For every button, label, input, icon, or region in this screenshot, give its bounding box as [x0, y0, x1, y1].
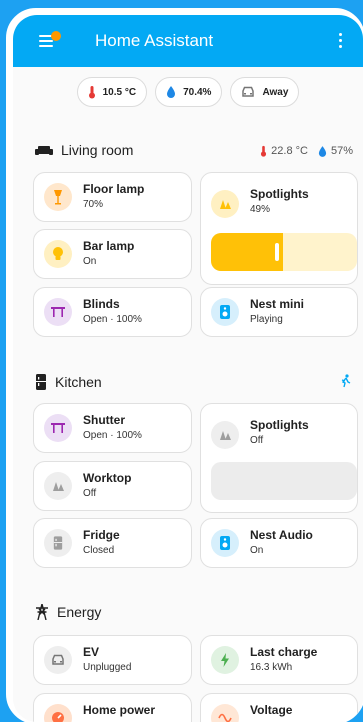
tile-state: Unplugged [83, 662, 132, 673]
gauge-icon[interactable] [44, 704, 72, 722]
badge-label: 10.5 °C [102, 86, 137, 98]
transmission-tower-icon [36, 604, 48, 620]
brightness-fill [211, 233, 283, 271]
tile-name: Blinds [83, 297, 120, 311]
notification-dot [51, 31, 61, 41]
fridge-icon[interactable] [44, 529, 72, 557]
temperature-value: 22.8 °C [271, 145, 308, 157]
tile-state: 16.3 kWh [250, 662, 293, 673]
tile-name: Nest mini [250, 297, 305, 311]
tile-state: Open · 100% [83, 314, 142, 325]
thermometer-icon [261, 145, 267, 157]
section-title: Kitchen [55, 374, 102, 390]
lightning-bolt-icon[interactable] [211, 646, 239, 674]
more-options-button[interactable] [339, 33, 343, 49]
tile-name: Spotlights [250, 418, 309, 432]
speaker-icon[interactable] [211, 298, 239, 326]
tile-blinds[interactable]: Blinds Open · 100% [33, 287, 192, 337]
tile-state: 70% [83, 199, 104, 210]
tile-nest-mini[interactable]: Nest mini Playing [200, 287, 358, 337]
humidity-value: 57% [330, 145, 353, 157]
badge-row: 10.5 °C 70.4% Away [13, 77, 363, 107]
tile-name: Bar lamp [83, 239, 135, 253]
lightbulb-icon[interactable] [44, 240, 72, 268]
section-title: Living room [61, 142, 134, 158]
section-title: Energy [57, 604, 102, 620]
tile-name: Worktop [83, 471, 132, 485]
tile-worktop[interactable]: Worktop Off [33, 461, 192, 511]
tile-nest-audio[interactable]: Nest Audio On [200, 518, 358, 568]
badge-temperature[interactable]: 10.5 °C [76, 77, 148, 107]
spotlights-icon[interactable] [211, 421, 239, 449]
water-drop-icon [318, 145, 327, 157]
tile-state: On [250, 545, 264, 556]
section-kitchen: Kitchen [35, 374, 102, 390]
sine-wave-icon[interactable] [211, 704, 239, 722]
tile-state: Closed [83, 545, 115, 556]
fridge-icon [36, 374, 46, 390]
tile-name: Nest Audio [250, 528, 313, 542]
section-energy: Energy [35, 604, 101, 620]
tile-name: Floor lamp [83, 182, 145, 196]
tile-name: Voltage [250, 703, 293, 717]
badge-label: 70.4% [183, 86, 212, 98]
tile-spotlights-kitchen[interactable]: Spotlights Off [200, 403, 358, 513]
brightness-slider[interactable] [211, 462, 357, 500]
speaker-icon[interactable] [211, 529, 239, 557]
badge-label: Away [262, 86, 289, 98]
sofa-icon [35, 146, 53, 155]
brightness-thumb[interactable] [275, 243, 279, 261]
tile-state: On [83, 256, 97, 267]
tile-floor-lamp[interactable]: Floor lamp 70% [33, 172, 192, 222]
tile-bar-lamp[interactable]: Bar lamp On [33, 229, 192, 279]
car-icon [242, 86, 255, 97]
tile-state: Off [83, 488, 97, 499]
motion-sensor-icon[interactable] [339, 374, 353, 393]
tile-spotlights-living[interactable]: Spotlights 49% [200, 172, 358, 285]
tile-state: Open · 100% [83, 430, 142, 441]
water-drop-icon [167, 86, 176, 98]
tile-name: Last charge [250, 645, 318, 659]
tile-fridge[interactable]: Fridge Closed [33, 518, 192, 568]
shutter-icon[interactable] [44, 414, 72, 442]
tile-last-charge[interactable]: Last charge 16.3 kWh [200, 635, 358, 685]
tile-state: Playing [250, 314, 283, 325]
thermometer-icon [88, 86, 95, 99]
tile-name: Fridge [83, 528, 120, 542]
section-living-room: Living room [35, 142, 133, 158]
tile-name: Shutter [83, 413, 125, 427]
tile-name: Spotlights [250, 187, 309, 201]
app-bar: Home Assistant [13, 15, 363, 67]
app-screen: Home Assistant 10.5 °C 70.4% Away Living… [13, 15, 363, 722]
app-title: Home Assistant [95, 31, 214, 50]
tile-ev[interactable]: EV Unplugged [33, 635, 192, 685]
tile-shutter[interactable]: Shutter Open · 100% [33, 403, 192, 453]
menu-button[interactable] [39, 31, 61, 51]
tile-home-power[interactable]: Home power [33, 693, 192, 722]
brightness-slider[interactable] [211, 233, 357, 271]
spotlights-icon[interactable] [211, 190, 239, 218]
worktop-light-icon[interactable] [44, 472, 72, 500]
tile-state: 49% [250, 204, 271, 215]
living-room-climate[interactable]: 22.8 °C 57% [260, 145, 353, 157]
tile-voltage[interactable]: Voltage [200, 693, 358, 722]
blinds-icon[interactable] [44, 298, 72, 326]
tile-name: EV [83, 645, 100, 659]
badge-humidity[interactable]: 70.4% [155, 77, 223, 107]
badge-presence[interactable]: Away [230, 77, 300, 107]
tile-state: Off [250, 435, 264, 446]
tile-name: Home power [83, 703, 156, 717]
car-icon[interactable] [44, 646, 72, 674]
floor-lamp-icon[interactable] [44, 183, 72, 211]
